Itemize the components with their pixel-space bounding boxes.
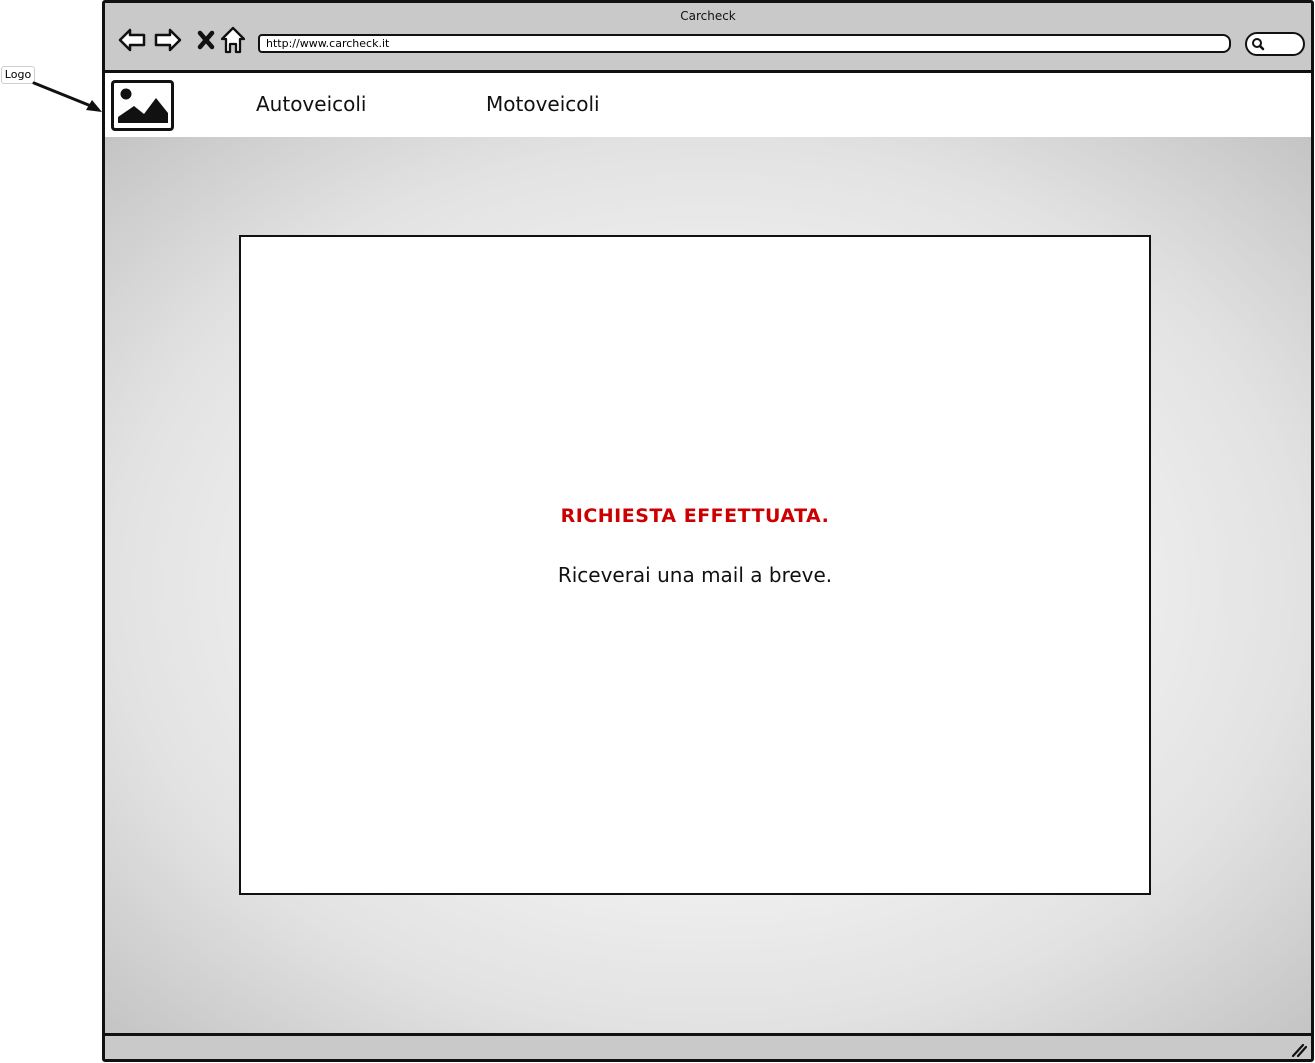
back-arrow-icon[interactable] xyxy=(117,25,147,55)
window-title: Carcheck xyxy=(680,9,736,23)
site-header: Autoveicoli Motoveicoli xyxy=(105,73,1311,137)
address-bar[interactable]: http://www.carcheck.it xyxy=(258,34,1231,53)
logo[interactable] xyxy=(111,80,174,131)
browser-window: Carcheck http://www.carcheck.it Autoveic… xyxy=(102,0,1314,1062)
close-icon[interactable] xyxy=(191,25,221,55)
browser-toolbar: Carcheck http://www.carcheck.it xyxy=(105,3,1311,73)
confirmation-message: Riceverai una mail a breve. xyxy=(557,563,833,587)
nav-link-autoveicoli[interactable]: Autoveicoli xyxy=(256,92,366,116)
image-placeholder-icon xyxy=(118,88,168,123)
resize-grip-icon[interactable] xyxy=(1291,1041,1307,1057)
browser-search-field[interactable] xyxy=(1245,32,1305,56)
nav-link-motoveicoli[interactable]: Motoveicoli xyxy=(486,92,600,116)
content-area: RICHIESTA EFFETTUATA. Riceverai una mail… xyxy=(105,137,1311,1034)
search-icon xyxy=(1252,38,1265,51)
annotation-arrow-icon xyxy=(32,81,102,112)
annotation-logo-label: Logo xyxy=(1,66,35,84)
confirmation-title: RICHIESTA EFFETTUATA. xyxy=(560,505,830,527)
forward-arrow-icon[interactable] xyxy=(153,25,183,55)
home-icon[interactable] xyxy=(218,25,248,55)
confirmation-panel: RICHIESTA EFFETTUATA. Riceverai una mail… xyxy=(239,235,1151,895)
status-bar xyxy=(105,1033,1311,1059)
